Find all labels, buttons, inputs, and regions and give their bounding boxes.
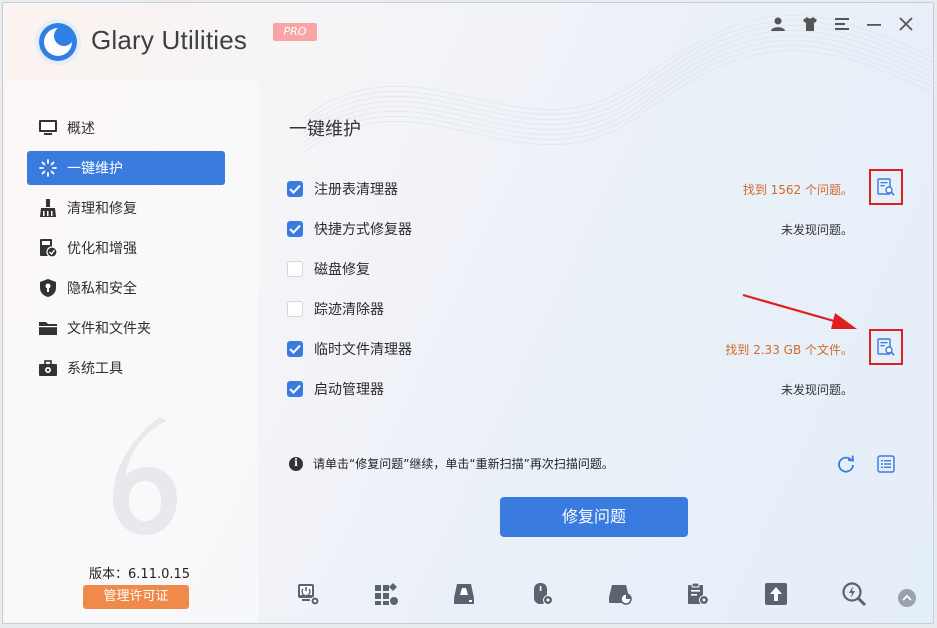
item-status: 找到 2.33 GB 个文件。 — [725, 342, 853, 357]
version-value: 6.11.0.15 — [128, 567, 191, 582]
close-icon[interactable] — [895, 13, 917, 35]
broom-icon — [37, 197, 59, 219]
version-watermark-icon — [113, 417, 177, 535]
checkbox[interactable] — [287, 301, 303, 317]
glary-logo-icon — [35, 19, 81, 65]
item-label: 临时文件清理器 — [314, 342, 412, 358]
annotation-arrow-icon — [742, 293, 857, 329]
manage-license-button[interactable]: 管理许可证 — [83, 585, 189, 609]
version-label: 版本： — [89, 567, 129, 582]
optimize-icon — [37, 237, 59, 259]
info-message: i 请单击“修复问题”继续，单击“重新扫描”再次扫描问题。 — [289, 455, 614, 472]
sidebar-item-files-folders[interactable]: 文件和文件夹 — [27, 311, 225, 345]
clipboard-settings-icon[interactable] — [683, 579, 713, 609]
bottom-toolbar — [293, 579, 933, 613]
item-label: 踪迹清除器 — [314, 302, 384, 318]
fix-problems-button[interactable]: 修复问题 — [500, 497, 688, 537]
log-list-icon[interactable] — [875, 453, 897, 475]
info-text: 请单击“修复问题”继续，单击“重新扫描”再次扫描问题。 — [313, 457, 614, 471]
shield-icon — [37, 277, 59, 299]
item-label: 快捷方式修复器 — [314, 222, 412, 238]
details-icon — [877, 178, 895, 196]
item-status: 找到 1562 个问题。 — [742, 182, 853, 197]
maintenance-item-shortcut-fixer: 快捷方式修复器 未发现问题。 — [287, 215, 907, 243]
folder-icon — [37, 317, 59, 339]
maintenance-item-disk-repair: 磁盘修复 — [287, 255, 907, 283]
sidebar-item-optimize[interactable]: 优化和增强 — [27, 231, 225, 265]
monitor-icon — [37, 117, 59, 139]
checkbox[interactable] — [287, 261, 303, 277]
titlebar-controls — [767, 13, 917, 35]
maintenance-item-registry-cleaner: 注册表清理器 找到 1562 个问题。 — [287, 169, 907, 205]
sidebar-item-label: 文件和文件夹 — [67, 321, 151, 337]
page-title: 一键维护 — [289, 119, 361, 140]
sparkle-icon — [37, 157, 59, 179]
user-icon[interactable] — [767, 13, 789, 35]
checkbox[interactable] — [287, 181, 303, 197]
sidebar-item-system-tools[interactable]: 系统工具 — [27, 351, 225, 385]
info-icon: i — [289, 456, 303, 471]
sidebar-item-overview[interactable]: 概述 — [27, 111, 225, 145]
upload-icon[interactable] — [761, 579, 791, 609]
details-icon — [877, 338, 895, 356]
search-bolt-icon[interactable] — [839, 579, 869, 609]
menu-icon[interactable] — [831, 13, 853, 35]
apps-icon[interactable] — [371, 579, 401, 609]
app-window: Glary Utilities PRO 概述 一键维护 清理和修复 优化和增强 … — [2, 2, 934, 624]
disk-analyzer-icon[interactable] — [605, 579, 635, 609]
sidebar: 概述 一键维护 清理和修复 优化和增强 隐私和安全 文件和文件夹 系统工具 版本… — [5, 79, 259, 623]
sidebar-item-clean-repair[interactable]: 清理和修复 — [27, 191, 225, 225]
sidebar-item-label: 隐私和安全 — [67, 281, 137, 297]
view-details-button[interactable] — [869, 329, 903, 365]
item-label: 启动管理器 — [314, 382, 384, 398]
toolbox-icon — [37, 357, 59, 379]
item-label: 注册表清理器 — [314, 182, 398, 198]
checkbox[interactable] — [287, 341, 303, 357]
disk-cleaner-icon[interactable] — [449, 579, 479, 609]
sidebar-item-label: 优化和增强 — [67, 241, 137, 257]
sidebar-nav: 概述 一键维护 清理和修复 优化和增强 隐私和安全 文件和文件夹 系统工具 — [27, 111, 225, 391]
maintenance-item-temp-files-cleaner: 临时文件清理器 找到 2.33 GB 个文件。 — [287, 329, 907, 365]
sidebar-item-label: 概述 — [67, 121, 95, 137]
mouse-settings-icon[interactable] — [527, 579, 557, 609]
sidebar-item-label: 清理和修复 — [67, 201, 137, 217]
sidebar-item-privacy-security[interactable]: 隐私和安全 — [27, 271, 225, 305]
item-status: 未发现问题。 — [780, 222, 853, 237]
skin-icon[interactable] — [799, 13, 821, 35]
maintenance-item-startup-manager: 启动管理器 未发现问题。 — [287, 375, 907, 403]
checkbox[interactable] — [287, 221, 303, 237]
sidebar-item-label: 一键维护 — [67, 161, 123, 177]
sidebar-item-one-click-maintenance[interactable]: 一键维护 — [27, 151, 225, 185]
item-label: 磁盘修复 — [314, 262, 370, 278]
screen-settings-icon[interactable] — [293, 579, 323, 609]
view-details-button[interactable] — [869, 169, 903, 205]
scroll-up-icon[interactable] — [898, 589, 916, 607]
checkbox[interactable] — [287, 381, 303, 397]
version-info: 版本：6.11.0.15 — [89, 563, 190, 582]
rescan-icon[interactable] — [835, 453, 857, 475]
minimize-icon[interactable] — [863, 13, 885, 35]
app-title: Glary Utilities — [91, 25, 248, 55]
item-status: 未发现问题。 — [780, 382, 853, 397]
sidebar-item-label: 系统工具 — [67, 361, 123, 377]
pro-badge: PRO — [273, 23, 317, 41]
